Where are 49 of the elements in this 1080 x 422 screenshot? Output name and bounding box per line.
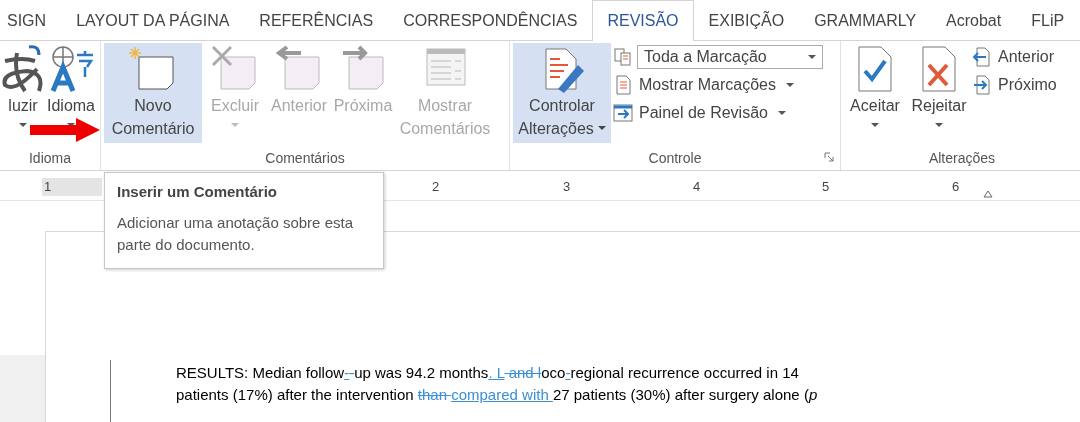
ribbon-button[interactable]: Idioma [48, 43, 94, 143]
menu-button[interactable]: Painel de Revisão [613, 101, 823, 125]
document-text: patients (17%) after the intervention than compared with 27 patients (30%) after surgery alone (p [176, 385, 819, 405]
ribbon-tab[interactable]: CORRESPONDÊNCIAS [388, 0, 593, 40]
previous-icon [972, 47, 992, 67]
group-label: Comentários [265, 150, 345, 166]
ruler-number: 4 [693, 179, 701, 194]
menu-button[interactable]: Mostrar Marcações [613, 73, 823, 97]
ribbon-button[interactable]: Rejeitar [908, 43, 970, 143]
document-icon [613, 75, 633, 95]
ribbon-tab[interactable]: FLiP [1016, 0, 1080, 40]
tooltip-title: Inserir um Comentário [117, 183, 279, 200]
group-label: Controle [648, 150, 702, 166]
pane-icon [613, 103, 633, 123]
tooltip-text: Adicionar uma anotação sobre esta parte do documento. [117, 213, 354, 255]
workspace-background [0, 355, 45, 422]
ruler-number: 2 [432, 179, 440, 194]
caret-icon [808, 55, 816, 59]
ribbon-button[interactable]: Aceitar [844, 43, 906, 143]
ribbon-button[interactable]: Controlar Alterações [513, 43, 611, 143]
navigation-button[interactable]: Anterior [972, 45, 1057, 69]
comment-note-icon [211, 45, 259, 93]
comment-note-icon [129, 45, 177, 93]
ruler-number: 5 [822, 179, 830, 194]
ruler-number: 1 [44, 179, 52, 194]
ribbon-tab[interactable]: SIGN [0, 0, 62, 40]
ribbon-tab[interactable]: REVISÃO [592, 0, 694, 41]
indent-marker-icon[interactable] [983, 190, 993, 198]
markup-icon [613, 47, 633, 67]
group-label: Alterações [928, 150, 996, 166]
ruler-number: 3 [563, 179, 571, 194]
ribbon-tab[interactable]: Acrobat [931, 0, 1017, 40]
ribbon-tab[interactable]: GRAMMARLY [799, 0, 932, 40]
ribbon-tab[interactable]: LAYOUT DA PÁGINA [61, 0, 245, 40]
ribbon-tab[interactable]: REFERÊNCIAS [244, 0, 389, 40]
ribbon-button[interactable]: luzir [0, 43, 46, 143]
caret-icon [777, 111, 786, 115]
caret-icon [785, 83, 794, 87]
ruler-number: 6 [952, 179, 960, 194]
group-label: Idioma [29, 150, 71, 166]
document-text: RESULTS: Median follow--up was 94.2 months. L and loco-regional recurrence occurred in 14 [176, 363, 800, 383]
pointer-arrow-icon [30, 118, 100, 142]
next-icon [972, 75, 992, 95]
markup-select[interactable]: Toda a Marcação [637, 45, 823, 69]
dialog-launcher-icon[interactable] [824, 152, 834, 162]
navigation-button[interactable]: Próximo [972, 73, 1057, 97]
comment-note-icon [275, 45, 323, 93]
ribbon-tab[interactable]: EXIBIÇÃO [693, 0, 800, 40]
ribbon-button[interactable]: Novo Comentário [104, 43, 202, 143]
